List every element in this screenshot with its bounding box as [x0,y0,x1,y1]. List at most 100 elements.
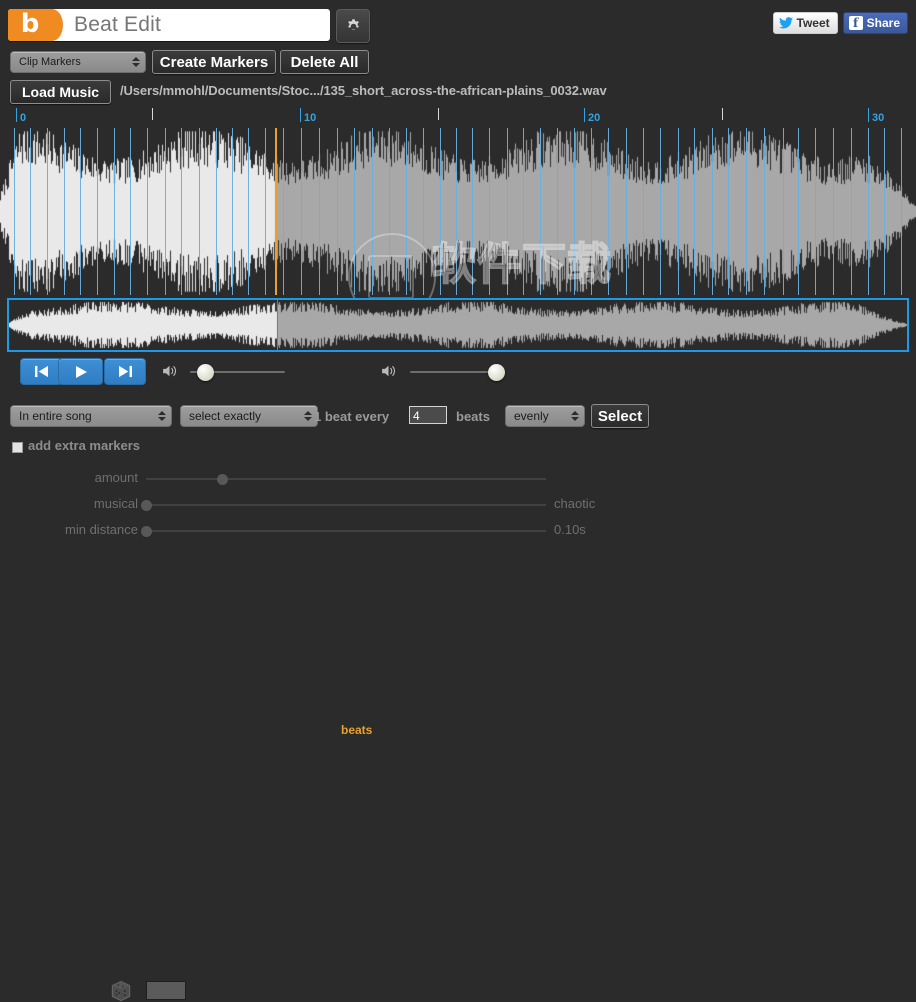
extra-slider-knob[interactable] [217,474,228,485]
settings-button[interactable] [336,9,370,43]
beat-every-label: 1 beat every [314,409,389,424]
beat-marker[interactable] [147,128,148,295]
timeline-ruler[interactable]: 0102030 [0,106,916,128]
beat-marker[interactable] [114,128,115,295]
beat-marker[interactable] [456,128,457,295]
ruler-label: 30 [872,112,884,124]
stepper-arrows-icon [158,411,166,421]
beat-marker[interactable] [746,128,747,295]
beat-marker[interactable] [389,128,390,295]
beats-volume-knob[interactable] [488,364,505,381]
waveform-display[interactable] [0,128,916,295]
beat-marker[interactable] [643,128,644,295]
extra-slider-knob[interactable] [141,526,152,537]
beat-marker[interactable] [248,128,249,295]
page-title: Beat Edit [74,13,161,37]
marker-type-select[interactable]: Clip Markers [10,51,146,73]
extra-slider-track[interactable] [146,478,546,480]
share-button[interactable]: f Share [843,12,908,34]
beat-marker[interactable] [764,128,765,295]
beat-marker[interactable] [130,128,131,295]
beat-marker[interactable] [884,128,885,295]
select-button-label: Select [598,408,642,425]
beat-marker[interactable] [47,128,48,295]
selection-scope-select[interactable]: In entire song [10,405,172,427]
select-button[interactable]: Select [591,404,649,428]
beat-marker[interactable] [694,128,695,295]
selection-scope-value: In entire song [19,409,92,423]
beat-marker[interactable] [833,128,834,295]
logo-letter: b [21,11,40,37]
beat-marker[interactable] [372,128,373,295]
beat-marker[interactable] [783,128,784,295]
beat-marker[interactable] [423,128,424,295]
beat-marker[interactable] [354,128,355,295]
beat-marker[interactable] [574,128,575,295]
beat-marker[interactable] [728,128,729,295]
extra-slider-track[interactable] [146,504,546,506]
tweet-button[interactable]: Tweet [773,12,838,34]
beat-marker[interactable] [232,128,233,295]
stepper-arrows-icon [132,57,140,67]
beat-marker[interactable] [97,128,98,295]
overview-playhead[interactable] [277,300,278,350]
beat-marker[interactable] [319,128,320,295]
beat-marker[interactable] [608,128,609,295]
master-volume-knob[interactable] [197,364,214,381]
beat-marker[interactable] [14,128,15,295]
beat-marker[interactable] [851,128,852,295]
beat-marker[interactable] [591,128,592,295]
extra-slider-track[interactable] [146,530,546,532]
beat-marker[interactable] [337,128,338,295]
randomize-swatch[interactable] [146,981,186,1000]
distribution-select[interactable]: evenly [505,405,585,427]
skip-to-end-button[interactable] [104,358,146,385]
add-extra-markers-checkbox[interactable] [12,442,23,453]
skip-to-start-button[interactable] [20,358,62,385]
beat-marker[interactable] [64,128,65,295]
beat-marker[interactable] [265,128,266,295]
beat-marker[interactable] [815,128,816,295]
beat-marker[interactable] [507,128,508,295]
delete-all-label: Delete All [291,54,359,71]
delete-all-button[interactable]: Delete All [280,50,369,74]
extra-slider-value: chaotic [554,496,595,511]
play-button[interactable] [58,358,103,385]
beat-marker[interactable] [301,128,302,295]
beat-marker[interactable] [557,128,558,295]
beat-marker[interactable] [626,128,627,295]
beat-marker[interactable] [678,128,679,295]
ruler-major-tick [16,108,17,122]
waveform-overview[interactable] [7,298,909,352]
dice-icon[interactable] [110,980,132,1002]
beat-marker[interactable] [540,128,541,295]
beat-marker[interactable] [660,128,661,295]
beat-marker[interactable] [868,128,869,295]
selection-mode-select[interactable]: select exactly [180,405,318,427]
ruler-minor-tick [722,108,723,120]
beat-marker[interactable] [901,128,902,295]
beat-marker[interactable] [523,128,524,295]
social-buttons: Tweet f Share [773,12,908,34]
beat-marker[interactable] [440,128,441,295]
beat-count-input[interactable]: 4 [409,406,447,424]
ruler-major-tick [584,108,585,122]
share-label: Share [867,16,900,30]
beat-marker[interactable] [80,128,81,295]
beat-marker[interactable] [472,128,473,295]
beat-marker[interactable] [165,128,166,295]
app-title-bar: b Beat Edit [8,9,330,41]
beat-marker[interactable] [30,128,31,295]
beat-marker[interactable] [283,128,284,295]
beat-marker[interactable] [712,128,713,295]
beat-marker[interactable] [216,128,217,295]
beat-marker[interactable] [181,128,182,295]
create-markers-button[interactable]: Create Markers [152,50,276,74]
playhead[interactable] [275,128,277,295]
extra-slider-knob[interactable] [141,500,152,511]
beat-marker[interactable] [406,128,407,295]
load-music-button[interactable]: Load Music [10,80,111,104]
beat-marker[interactable] [798,128,799,295]
beat-marker[interactable] [199,128,200,295]
beat-marker[interactable] [489,128,490,295]
